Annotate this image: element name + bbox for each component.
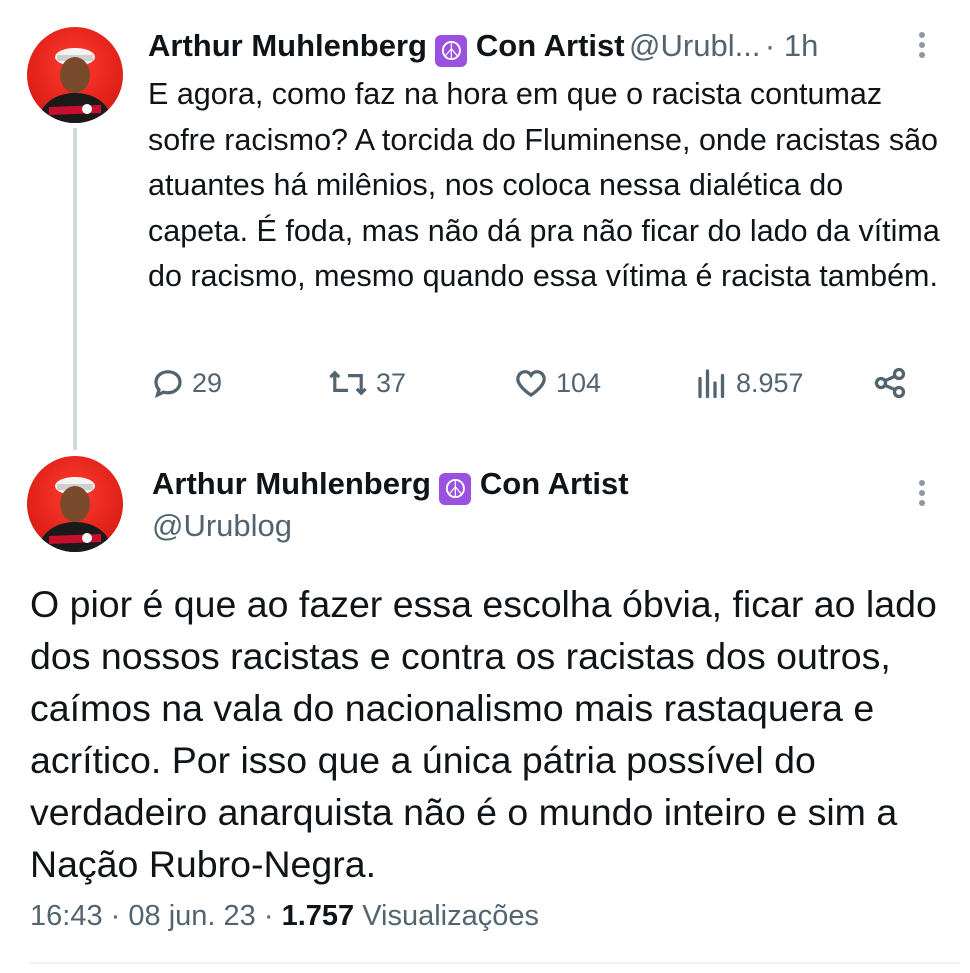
avatar-image bbox=[37, 477, 113, 552]
views-icon bbox=[698, 369, 725, 399]
views-count[interactable]: 1.757 bbox=[282, 900, 355, 932]
peace-badge-icon: ☮ bbox=[435, 35, 468, 67]
retweet-count: 37 bbox=[376, 367, 407, 398]
tweet-time[interactable]: 16:43 bbox=[30, 900, 103, 932]
author-suffix[interactable]: Con Artist bbox=[480, 466, 629, 501]
views-button[interactable]: 8.957 bbox=[694, 365, 804, 401]
author-handle[interactable]: @Urubl... bbox=[629, 28, 760, 63]
separator: · bbox=[263, 900, 274, 932]
author-suffix[interactable]: Con Artist bbox=[476, 28, 625, 63]
author-name[interactable]: Arthur Muhlenberg bbox=[148, 28, 427, 63]
tweet2-text: O pior é que ao fazer essa escolha óbvia… bbox=[30, 583, 937, 885]
share-button[interactable] bbox=[872, 365, 908, 401]
reply-icon bbox=[154, 370, 182, 399]
tweet2-header: Arthur Muhlenberg ☮ Con Artist bbox=[152, 466, 629, 505]
views-label: Visualizações bbox=[362, 900, 539, 932]
reply-button[interactable]: 29 bbox=[150, 365, 222, 401]
separator: · bbox=[110, 900, 121, 932]
author-handle[interactable]: @Urublog bbox=[152, 508, 292, 544]
tweet-time[interactable]: · 1h bbox=[765, 28, 818, 63]
author-name[interactable]: Arthur Muhlenberg bbox=[152, 466, 431, 501]
more-icon[interactable] bbox=[918, 32, 926, 62]
thread-connector bbox=[73, 128, 77, 450]
avatar[interactable] bbox=[27, 27, 123, 123]
tweet-meta: 16:43 · 08 jun. 23 · 1.757 Visualizações bbox=[30, 900, 539, 933]
retweet-icon bbox=[329, 370, 367, 396]
like-count: 104 bbox=[556, 367, 602, 398]
tweet1-text: E agora, como faz na hora em que o racis… bbox=[148, 77, 940, 293]
tweet-date[interactable]: 08 jun. 23 bbox=[128, 900, 255, 932]
peace-badge-icon: ☮ bbox=[439, 473, 472, 505]
more-icon[interactable] bbox=[918, 480, 926, 510]
avatar-image bbox=[37, 48, 113, 123]
like-icon bbox=[516, 370, 546, 397]
tweet1-header: Arthur Muhlenberg ☮ Con Artist @Urubl...… bbox=[148, 28, 818, 67]
like-button[interactable]: 104 bbox=[512, 365, 601, 401]
divider bbox=[30, 962, 960, 964]
avatar[interactable] bbox=[27, 456, 123, 552]
share-icon bbox=[874, 367, 906, 399]
views-count: 8.957 bbox=[736, 367, 804, 398]
retweet-button[interactable]: 37 bbox=[326, 365, 406, 401]
reply-count: 29 bbox=[192, 367, 223, 398]
